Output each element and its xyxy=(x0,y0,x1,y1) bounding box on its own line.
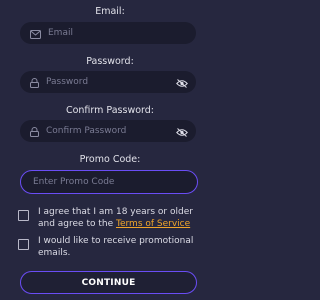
confirm-password-label: Confirm Password: xyxy=(65,105,155,116)
promo-code-input[interactable]: Enter Promo Code xyxy=(20,170,198,194)
password-placeholder: Password xyxy=(46,77,89,87)
promo-code-label: Promo Code: xyxy=(79,154,141,165)
eye-off-icon[interactable] xyxy=(176,73,188,92)
email-placeholder: Email xyxy=(48,28,73,38)
terms-checkbox[interactable] xyxy=(18,210,29,221)
promo-code-placeholder: Enter Promo Code xyxy=(33,177,115,187)
lock-icon xyxy=(30,73,39,92)
lock-icon xyxy=(30,122,39,141)
promotional-checkbox[interactable] xyxy=(18,239,29,250)
eye-off-icon[interactable] xyxy=(176,122,188,141)
confirm-password-placeholder: Confirm Password xyxy=(46,126,127,136)
email-label: Email: xyxy=(95,6,125,17)
email-field[interactable]: Email xyxy=(20,22,196,44)
terms-text: I agree that I am 18 years or older and … xyxy=(38,206,203,230)
mail-icon xyxy=(30,24,41,43)
continue-button[interactable]: CONTINUE xyxy=(20,271,197,294)
terms-checkbox-row: I agree that I am 18 years or older and … xyxy=(18,206,203,230)
promotional-checkbox-row: I would like to receive promotional emai… xyxy=(18,235,203,259)
password-field[interactable]: Password xyxy=(20,71,196,93)
confirm-password-field[interactable]: Confirm Password xyxy=(20,120,196,142)
password-label: Password: xyxy=(86,56,134,67)
terms-of-service-link[interactable]: Terms of Service xyxy=(116,219,190,229)
promotional-text: I would like to receive promotional emai… xyxy=(38,236,194,258)
